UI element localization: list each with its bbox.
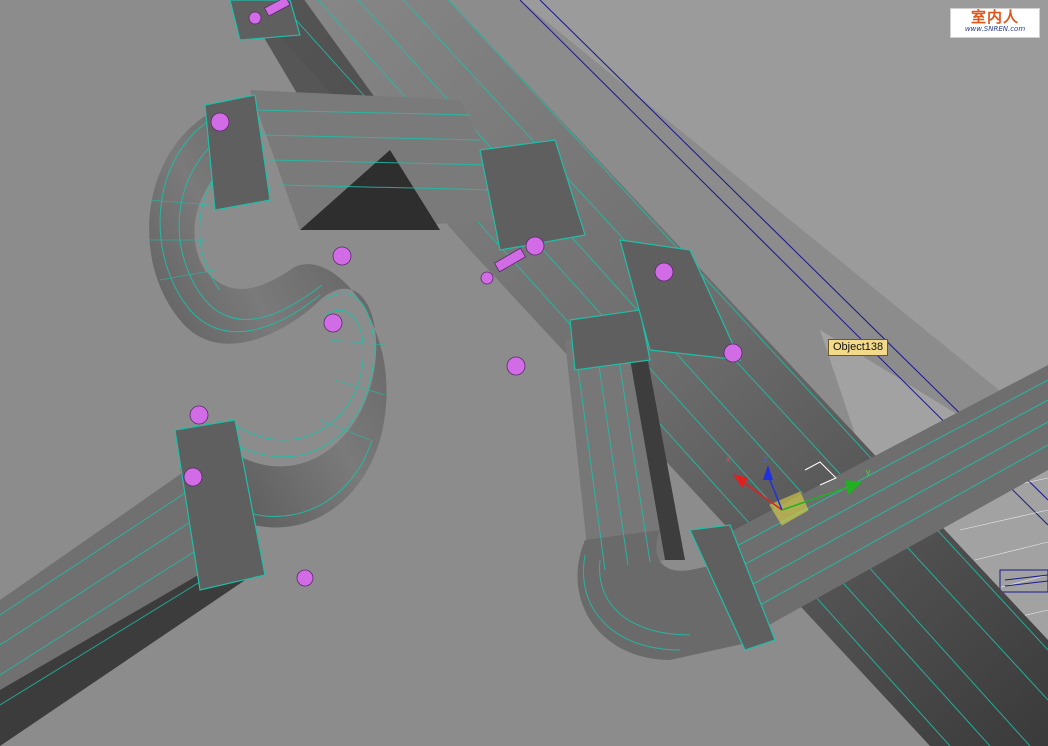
gizmo-y-label: y [866, 467, 871, 477]
object-name-tooltip: Object138 [828, 339, 889, 356]
logo-url: www.SNREN.com [964, 25, 1026, 33]
logo-text: 室内人 [970, 8, 1019, 26]
gizmo-z-label: z [763, 454, 768, 464]
gizmo-x-label: x [726, 454, 731, 464]
site-logo: 室内人 www.SNREN.com [950, 8, 1040, 38]
3d-viewport[interactable]: x z y Object138 室内人 www.SNREN.com [0, 0, 1048, 746]
scene-canvas[interactable]: x z y [0, 0, 1048, 746]
